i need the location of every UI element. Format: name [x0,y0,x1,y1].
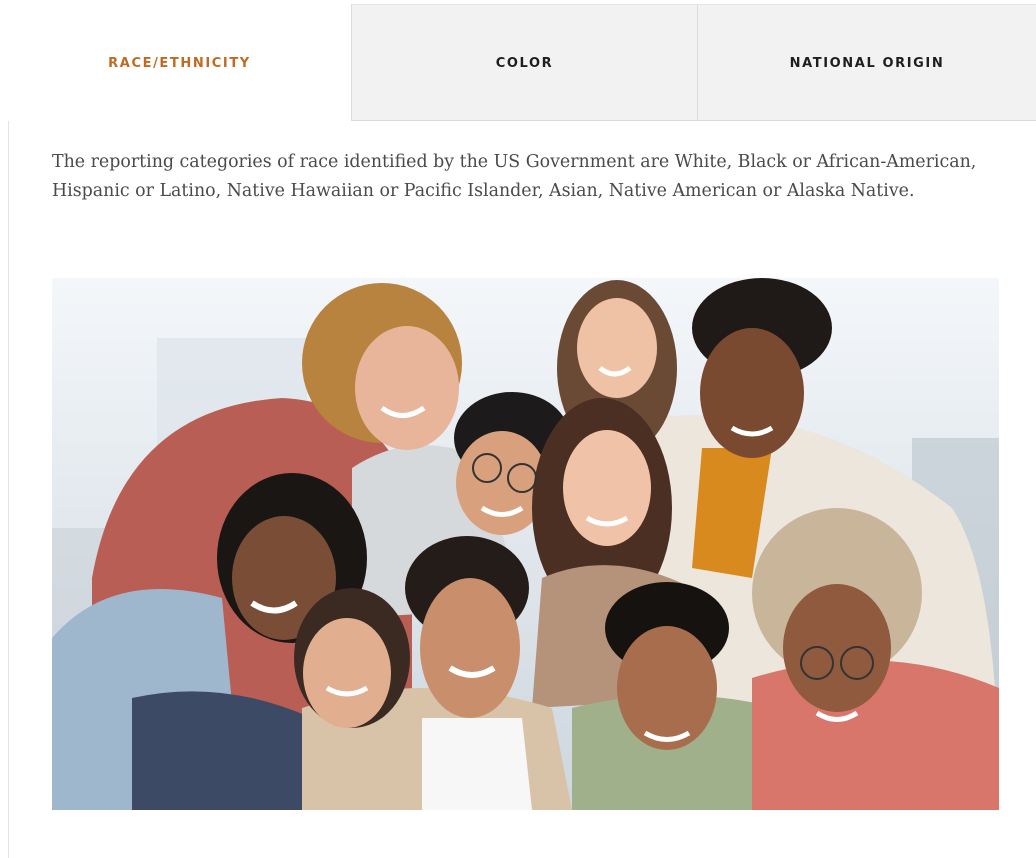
tab-bar: RACE/ETHNICITY COLOR NATIONAL ORIGIN [8,4,1036,121]
tab-description: The reporting categories of race identif… [52,152,977,201]
tab-color[interactable]: COLOR [352,4,698,121]
page: RACE/ETHNICITY COLOR NATIONAL ORIGIN The… [0,0,1036,858]
tab-race-ethnicity[interactable]: RACE/ETHNICITY [8,4,352,121]
tab-national-origin[interactable]: NATIONAL ORIGIN [698,4,1036,121]
group-photo [52,278,999,810]
